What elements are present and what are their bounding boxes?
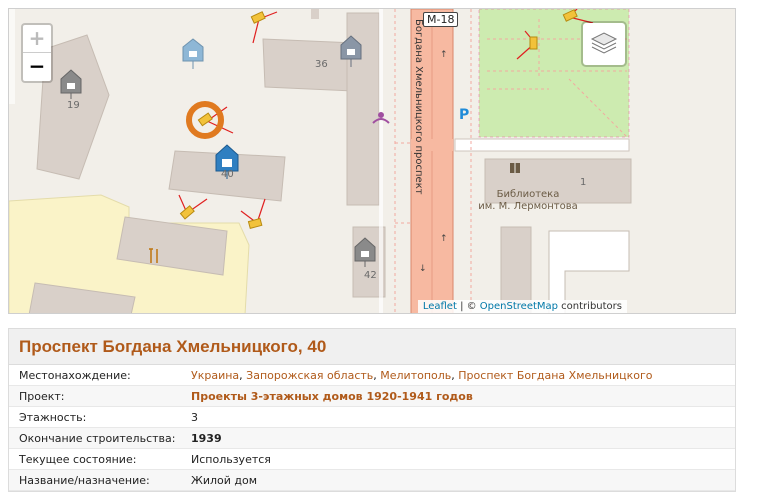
library-icon — [510, 163, 520, 173]
location-link-street[interactable]: Проспект Богдана Хмельницкого — [458, 369, 652, 382]
zoom-out-button[interactable]: − — [23, 53, 51, 81]
purpose-value: Жилой дом — [191, 473, 258, 487]
built-value: 1939 — [191, 431, 222, 445]
building-title: Проспект Богдана Хмельницкого, 40 — [9, 329, 735, 365]
svg-text:↓: ↓ — [419, 264, 427, 274]
floors-row: Этажность: 3 — [9, 407, 735, 428]
state-row: Текущее состояние: Используется — [9, 449, 735, 470]
house-number-36: 36 — [315, 59, 328, 70]
building-info-panel: Проспект Богдана Хмельницкого, 40 Местон… — [8, 328, 736, 492]
layers-icon — [590, 32, 618, 54]
library-label: Библиотека им. М. Лермонтова — [473, 189, 583, 213]
road-name-label: Богдана Хмельницкого проспект — [413, 19, 424, 195]
info-table: Местонахождение: Украина, Запорожская об… — [9, 365, 735, 491]
house-number-19: 19 — [67, 100, 80, 111]
location-label: Местонахождение: — [19, 368, 131, 382]
location-link-city[interactable]: Мелитополь — [380, 369, 451, 382]
location-row: Местонахождение: Украина, Запорожская об… — [9, 365, 735, 386]
location-link-region[interactable]: Запорожская область — [246, 369, 373, 382]
library-label-line1: Библиотека — [496, 189, 560, 200]
map[interactable]: ↑ ↑ ↓ 19 36 40 42 1 Богдана Хмельницкого… — [8, 8, 736, 314]
zoom-control: + − — [21, 23, 53, 83]
floors-value: 3 — [191, 410, 198, 424]
built-label: Окончание строительства: — [19, 431, 176, 445]
house-marker-blue-light — [182, 38, 204, 69]
svg-text:↑: ↑ — [440, 234, 448, 244]
openstreetmap-link[interactable]: OpenStreetMap — [480, 301, 558, 312]
house-number-40: 40 — [221, 169, 234, 180]
attribution-separator: | © — [456, 301, 480, 312]
purpose-row: Название/назначение: Жилой дом — [9, 470, 735, 491]
state-label: Текущее состояние: — [19, 452, 137, 466]
zoom-in-button[interactable]: + — [23, 25, 51, 53]
house-number-42: 42 — [364, 270, 377, 281]
highway-shield: М-18 — [423, 12, 459, 27]
location-value: Украина, Запорожская область, Мелитополь… — [191, 368, 653, 382]
floors-label: Этажность: — [19, 410, 87, 424]
map-attribution: Leaflet | © OpenStreetMap contributors — [417, 300, 627, 313]
library-label-line2: им. М. Лермонтова — [478, 201, 578, 212]
purpose-label: Название/назначение: — [19, 473, 150, 487]
project-link[interactable]: Проекты 3-этажных домов 1920-1941 годов — [191, 390, 473, 403]
layers-button[interactable] — [581, 21, 627, 67]
project-label: Проект: — [19, 389, 65, 403]
parking-icon: P — [459, 107, 470, 123]
house-number-1: 1 — [580, 177, 587, 188]
svg-text:↑: ↑ — [440, 50, 448, 60]
location-link-country[interactable]: Украина — [191, 369, 239, 382]
leaflet-link[interactable]: Leaflet — [423, 301, 457, 312]
attribution-tail: contributors — [558, 301, 622, 312]
project-row: Проект: Проекты 3-этажных домов 1920-194… — [9, 386, 735, 407]
state-value: Используется — [191, 452, 271, 466]
built-row: Окончание строительства: 1939 — [9, 428, 735, 449]
